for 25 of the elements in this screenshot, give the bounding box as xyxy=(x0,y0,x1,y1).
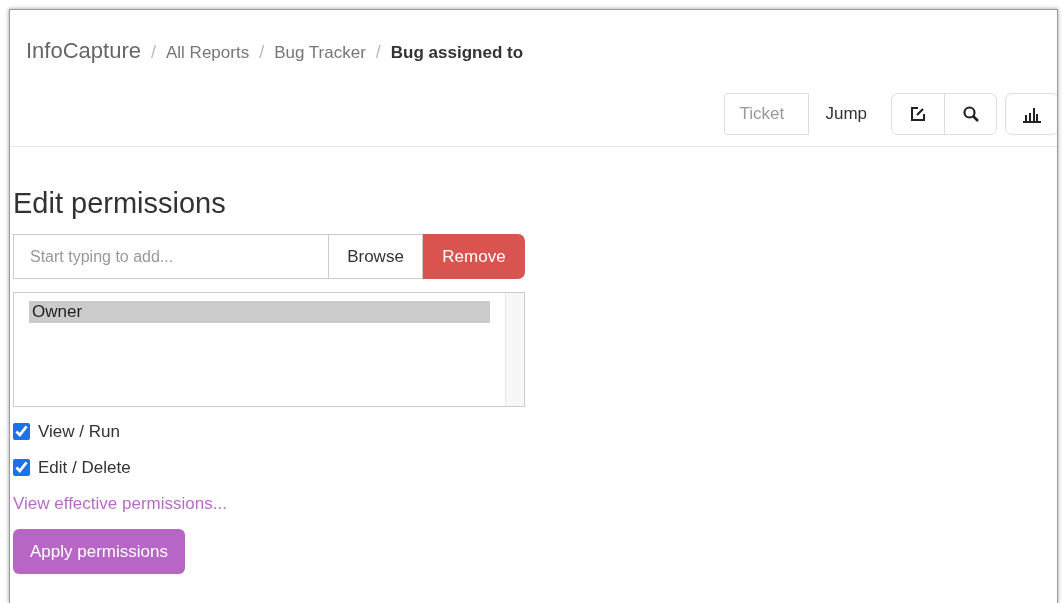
search-button[interactable] xyxy=(944,94,996,134)
checkbox-label: View / Run xyxy=(38,421,120,442)
brand-link[interactable]: InfoCapture xyxy=(26,38,141,64)
browse-button[interactable]: Browse xyxy=(329,234,423,279)
breadcrumb-separator: / xyxy=(150,42,156,63)
ticket-field[interactable]: Ticket xyxy=(724,93,810,135)
list-item[interactable]: Owner xyxy=(29,301,490,323)
search-icon xyxy=(961,105,980,123)
section-heading: Edit permissions xyxy=(13,187,227,220)
checkbox[interactable] xyxy=(13,459,30,476)
bar-chart-icon xyxy=(1022,105,1042,123)
checkbox-label: Edit / Delete xyxy=(38,457,131,478)
page-title: Bug assigned to xyxy=(390,43,524,63)
breadcrumb-separator: / xyxy=(375,42,381,63)
effective-permissions-link[interactable]: View effective permissions... xyxy=(13,494,1057,514)
checkbox[interactable] xyxy=(13,423,30,440)
breadcrumb-link[interactable]: All Reports xyxy=(166,43,250,63)
breadcrumb-separator: / xyxy=(259,42,265,63)
add-field[interactable]: Start typing to add... xyxy=(13,234,329,279)
remove-button[interactable]: Remove xyxy=(423,234,525,279)
apply-button[interactable]: Apply permissions xyxy=(13,529,185,574)
chart-button[interactable] xyxy=(1006,94,1057,134)
scrollbar[interactable] xyxy=(505,293,524,406)
breadcrumb-link[interactable]: Bug Tracker xyxy=(274,43,366,63)
edit-icon xyxy=(909,105,927,123)
